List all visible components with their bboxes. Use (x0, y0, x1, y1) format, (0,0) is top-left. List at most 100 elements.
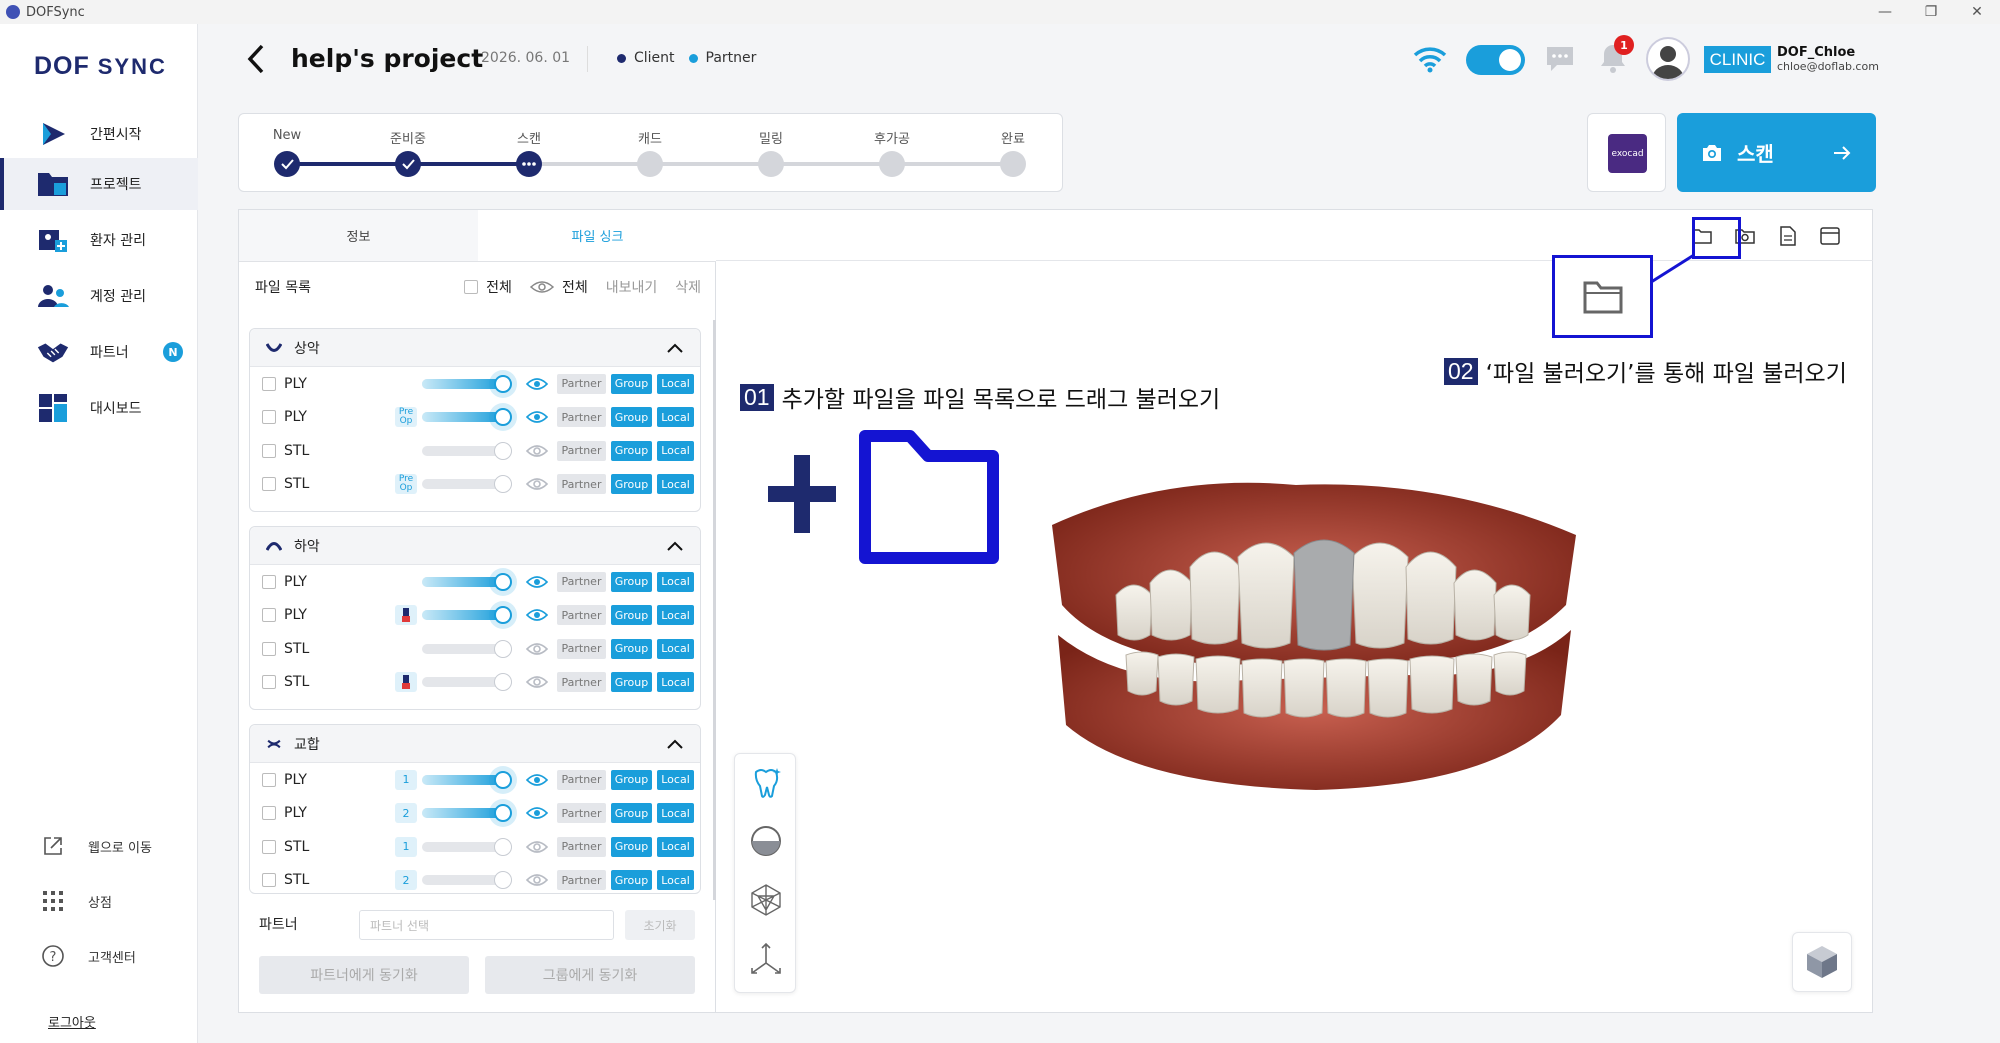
sidebar-item-patients[interactable]: 환자 관리 (0, 214, 198, 266)
group-pill[interactable]: Group (611, 474, 652, 495)
view-all-label[interactable]: 전체 (562, 277, 588, 297)
group-pill[interactable]: Group (611, 440, 652, 461)
maximize-button[interactable]: ❐ (1908, 0, 1954, 24)
logout-link[interactable]: 로그아웃 (48, 1012, 96, 1031)
file-checkbox[interactable] (262, 873, 276, 888)
opacity-slider[interactable] (422, 871, 512, 890)
group-header[interactable]: 교합 (250, 725, 700, 763)
file-checkbox[interactable] (262, 772, 276, 787)
local-pill[interactable]: Local (657, 605, 694, 626)
partner-pill[interactable]: Partner (557, 571, 606, 592)
file-checkbox[interactable] (262, 641, 276, 656)
tab-info[interactable]: 정보 (239, 210, 478, 261)
local-pill[interactable]: Local (657, 407, 694, 428)
partner-pill[interactable]: Partner (557, 638, 606, 659)
delete-button[interactable]: 삭제 (675, 277, 701, 297)
eye-icon[interactable] (526, 410, 548, 424)
eye-icon[interactable] (526, 675, 548, 689)
back-arrow-icon[interactable] (244, 42, 268, 76)
partner-pill[interactable]: Partner (557, 870, 606, 891)
opacity-slider[interactable] (422, 639, 512, 658)
local-pill[interactable]: Local (657, 571, 694, 592)
close-button[interactable]: ✕ (1954, 0, 2000, 24)
partner-pill[interactable]: Partner (557, 672, 606, 693)
sidebar-item-projects[interactable]: 프로젝트 (0, 158, 198, 210)
sync-group-button[interactable]: 그룹에게 동기화 (485, 956, 695, 994)
opacity-slider[interactable] (422, 475, 512, 494)
partner-pill[interactable]: Partner (557, 474, 606, 495)
chevron-up-icon[interactable] (666, 540, 684, 552)
group-header[interactable]: 하악 (250, 527, 700, 565)
select-all-checkbox[interactable] (464, 280, 479, 294)
sidebar-item-accounts[interactable]: 계정 관리 (0, 270, 198, 322)
file-checkbox[interactable] (262, 443, 276, 458)
local-pill[interactable]: Local (657, 870, 694, 891)
opacity-slider[interactable] (422, 770, 512, 789)
local-pill[interactable]: Local (657, 440, 694, 461)
view-cube-button[interactable] (1792, 932, 1852, 992)
group-pill[interactable]: Group (611, 769, 652, 790)
sidebar-item-quickstart[interactable]: 간편시작 (0, 108, 198, 160)
tooth-sparkle-icon[interactable] (748, 764, 784, 800)
minimize-button[interactable]: — (1862, 0, 1908, 24)
group-pill[interactable]: Group (611, 638, 652, 659)
eye-icon[interactable] (526, 575, 548, 589)
partner-pill[interactable]: Partner (557, 836, 606, 857)
partner-pill[interactable]: Partner (557, 605, 606, 626)
dental-3d-model[interactable] (1046, 465, 1586, 795)
window-layout-icon[interactable] (1816, 222, 1844, 250)
sidebar-item-web[interactable]: 웹으로 이동 (0, 826, 198, 866)
eye-icon[interactable] (526, 806, 548, 820)
app-logo[interactable]: DOF SYNC (34, 52, 167, 81)
partner-pill[interactable]: Partner (557, 407, 606, 428)
eye-icon[interactable] (526, 873, 548, 887)
reset-button[interactable]: 초기화 (625, 910, 695, 940)
file-checkbox[interactable] (262, 574, 276, 589)
mesh-icon[interactable] (748, 882, 784, 918)
file-checkbox[interactable] (262, 675, 276, 690)
eye-icon[interactable] (526, 444, 548, 458)
group-pill[interactable]: Group (611, 836, 652, 857)
file-checkbox[interactable] (262, 410, 276, 425)
partner-select-input[interactable]: 파트너 선택 (359, 910, 614, 940)
file-checkbox[interactable] (262, 806, 276, 821)
sidebar-item-dashboard[interactable]: 대시보드 (0, 382, 198, 434)
file-checkbox[interactable] (262, 376, 276, 391)
tab-file-sync[interactable]: 파일 싱크 (478, 210, 717, 261)
export-button[interactable]: 내보내기 (606, 277, 658, 297)
group-pill[interactable]: Group (611, 672, 652, 693)
local-pill[interactable]: Local (657, 373, 694, 394)
group-pill[interactable]: Group (611, 803, 652, 824)
local-pill[interactable]: Local (657, 672, 694, 693)
sidebar-item-partners[interactable]: 파트너 N (0, 326, 198, 378)
file-checkbox[interactable] (262, 477, 276, 492)
avatar[interactable] (1646, 37, 1690, 81)
file-checkbox[interactable] (262, 608, 276, 623)
eye-icon[interactable] (526, 608, 548, 622)
eye-icon[interactable] (526, 840, 548, 854)
partner-pill[interactable]: Partner (557, 373, 606, 394)
group-pill[interactable]: Group (611, 407, 652, 428)
axes-icon[interactable] (748, 941, 784, 977)
local-pill[interactable]: Local (657, 769, 694, 790)
eye-icon[interactable] (526, 477, 548, 491)
opacity-slider[interactable] (422, 374, 512, 393)
opacity-slider[interactable] (422, 572, 512, 591)
group-pill[interactable]: Group (611, 571, 652, 592)
opacity-slider[interactable] (422, 441, 512, 460)
sync-toggle[interactable] (1466, 45, 1525, 75)
eye-icon[interactable] (526, 773, 548, 787)
opacity-slider[interactable] (422, 837, 512, 856)
eye-icon[interactable] (526, 377, 548, 391)
opacity-slider[interactable] (422, 804, 512, 823)
local-pill[interactable]: Local (657, 803, 694, 824)
document-icon[interactable] (1774, 222, 1802, 250)
partner-pill[interactable]: Partner (557, 440, 606, 461)
sidebar-item-support[interactable]: ? 고객센터 (0, 936, 198, 976)
chevron-up-icon[interactable] (666, 342, 684, 354)
local-pill[interactable]: Local (657, 474, 694, 495)
partner-pill[interactable]: Partner (557, 769, 606, 790)
wifi-icon[interactable] (1413, 45, 1447, 73)
local-pill[interactable]: Local (657, 836, 694, 857)
scan-button[interactable]: 스캔 (1677, 113, 1876, 192)
